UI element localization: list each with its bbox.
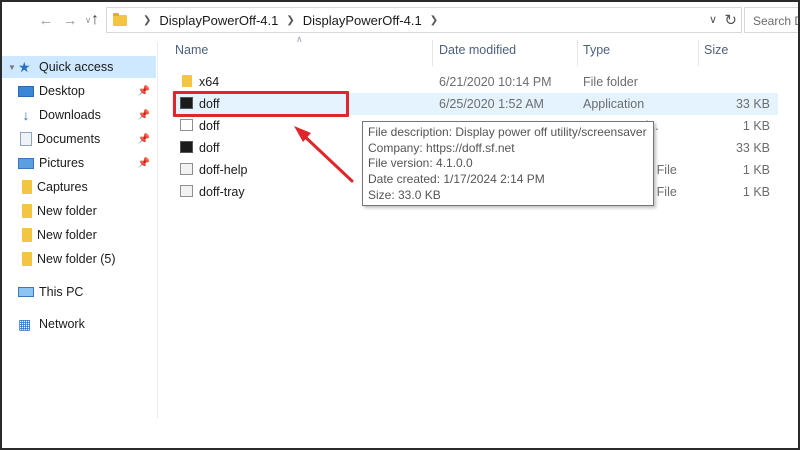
back-arrow-icon[interactable]: ← (36, 10, 56, 30)
search-input[interactable]: Search D (744, 7, 798, 33)
file-row[interactable]: x64 6/21/2020 10:14 PM File folder (172, 71, 778, 93)
nav-item-pictures[interactable]: Pictures 📌 (2, 152, 156, 174)
chevron-right-icon[interactable]: ❯ (430, 15, 438, 26)
pin-icon[interactable]: 📌 (138, 134, 150, 145)
file-size: 33 KB (735, 141, 770, 155)
nav-item-new-folder[interactable]: New folder (2, 200, 156, 222)
explorer-window: ← → ∨ ↑ ❯ DisplayPowerOff-4.1 ❯ DisplayP… (0, 0, 800, 450)
nav-item-quick-access[interactable]: ▼ ★ Quick access (2, 56, 156, 78)
nav-item-label: Network (39, 317, 85, 331)
nav-item-label: New folder (37, 204, 97, 218)
navigation-pane: ▼ ★ Quick access Desktop 📌 ↓ Downloads 📌… (2, 42, 158, 418)
pin-icon[interactable]: 📌 (138, 86, 150, 97)
tooltip-size: Size: 33.0 KB (368, 187, 441, 202)
folder-icon (113, 12, 127, 26)
file-name: x64 (199, 75, 220, 89)
application-icon (180, 141, 193, 153)
batch-file-icon (180, 185, 193, 197)
sort-ascending-icon: ∧ (296, 34, 303, 44)
nav-item-downloads[interactable]: ↓ Downloads 📌 (2, 104, 156, 126)
address-bar[interactable]: ❯ DisplayPowerOff-4.1 ❯ DisplayPowerOff-… (106, 7, 742, 33)
file-size: 33 KB (735, 97, 770, 111)
file-size: 1 KB (742, 119, 770, 133)
breadcrumb-item[interactable]: DisplayPowerOff-4.1 (159, 13, 278, 28)
nav-item-captures[interactable]: Captures (2, 176, 156, 198)
download-icon: ↓ (22, 107, 30, 123)
column-header-size[interactable]: Size (704, 43, 728, 63)
folder-icon (182, 75, 192, 87)
chevron-down-icon[interactable]: ▼ (8, 63, 18, 72)
nav-item-network[interactable]: ▦ Network (2, 313, 156, 335)
column-divider[interactable] (432, 40, 433, 66)
nav-item-label: Documents (37, 132, 101, 146)
chevron-down-icon[interactable]: ∨ (709, 13, 717, 26)
documents-icon (20, 132, 32, 146)
file-date: 6/25/2020 1:52 AM (439, 97, 544, 111)
address-toolbar: ← → ∨ ↑ ❯ DisplayPowerOff-4.1 ❯ DisplayP… (2, 2, 798, 38)
chevron-right-icon[interactable]: ❯ (143, 15, 151, 26)
nav-item-new-folder-5[interactable]: New folder (5) (2, 248, 156, 270)
column-header-type[interactable]: Type (583, 43, 610, 63)
pin-icon[interactable]: 📌 (138, 110, 150, 121)
nav-item-documents[interactable]: Documents 📌 (2, 128, 156, 150)
file-type: File folder (583, 75, 638, 89)
nav-item-label: New folder (37, 228, 97, 242)
folder-icon (22, 180, 32, 194)
folder-icon (22, 252, 32, 266)
nav-item-label: Captures (37, 180, 88, 194)
nav-item-label: Quick access (39, 60, 114, 74)
nav-item-label: Desktop (39, 84, 85, 98)
pictures-icon (18, 158, 34, 169)
star-icon: ★ (18, 59, 31, 75)
folder-icon (22, 204, 32, 218)
up-arrow-icon[interactable]: ↑ (85, 10, 105, 30)
file-name: doff-tray (199, 185, 245, 199)
column-divider[interactable] (698, 40, 699, 66)
file-type: Application (583, 97, 645, 111)
file-date: 6/21/2020 10:14 PM (439, 75, 552, 89)
nav-item-label: This PC (39, 285, 84, 299)
nav-item-label: Pictures (39, 156, 85, 170)
file-size: 1 KB (742, 163, 770, 177)
desktop-icon (18, 86, 34, 97)
forward-arrow-icon[interactable]: → (60, 10, 80, 30)
tooltip-description: File description: Display power off util… (368, 125, 647, 139)
file-size: 1 KB (742, 185, 770, 199)
highlight-box (173, 91, 349, 117)
nav-item-label: New folder (5) (37, 252, 116, 266)
file-name: doff-help (199, 163, 248, 177)
folder-icon (22, 228, 32, 242)
computer-icon (18, 287, 34, 297)
breadcrumb-item[interactable]: DisplayPowerOff-4.1 (303, 13, 422, 28)
nav-item-label: Downloads (39, 108, 101, 122)
file-name: doff (199, 119, 220, 133)
column-header-date-modified[interactable]: Date modified (439, 43, 516, 63)
nav-item-new-folder[interactable]: New folder (2, 224, 156, 246)
chevron-right-icon[interactable]: ❯ (286, 15, 294, 26)
tooltip-company: Company: https://doff.sf.net (368, 140, 515, 155)
tooltip-date-created: Date created: 1/17/2024 2:14 PM (368, 172, 545, 187)
column-header-name[interactable]: Name (175, 43, 208, 63)
settings-file-icon (180, 119, 193, 131)
nav-item-desktop[interactable]: Desktop 📌 (2, 80, 156, 102)
network-icon: ▦ (18, 316, 32, 332)
nav-item-this-pc[interactable]: This PC (2, 281, 156, 303)
batch-file-icon (180, 163, 193, 175)
column-divider[interactable] (577, 40, 578, 66)
tooltip-version: File version: 4.1.0.0 (368, 156, 473, 171)
pin-icon[interactable]: 📌 (138, 158, 150, 169)
file-name: doff (199, 141, 220, 155)
file-info-tooltip: File description: Display power off util… (362, 121, 654, 206)
refresh-icon[interactable]: ↻ (724, 11, 737, 29)
